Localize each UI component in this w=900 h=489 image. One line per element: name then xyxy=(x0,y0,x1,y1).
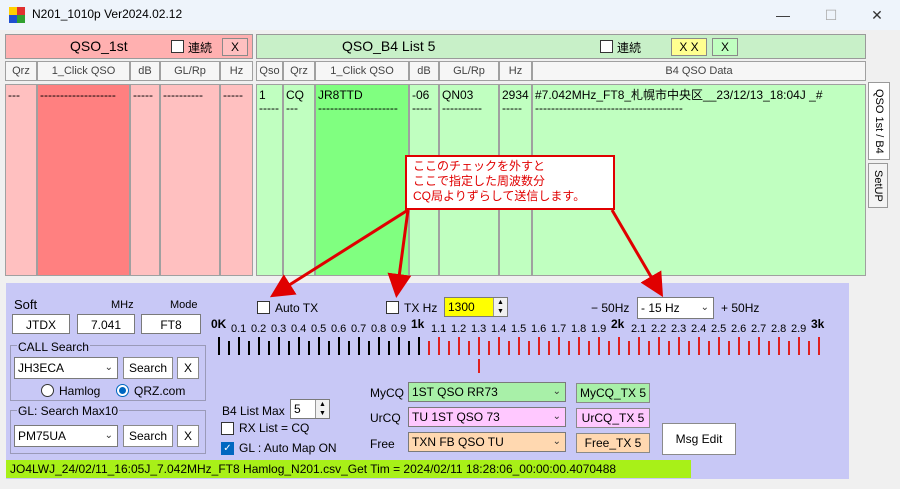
annotation-arrows xyxy=(269,208,664,298)
arrow-to-txhz xyxy=(387,209,412,298)
arrow-to-offset xyxy=(610,209,664,298)
arrow-to-autotx xyxy=(269,208,409,298)
